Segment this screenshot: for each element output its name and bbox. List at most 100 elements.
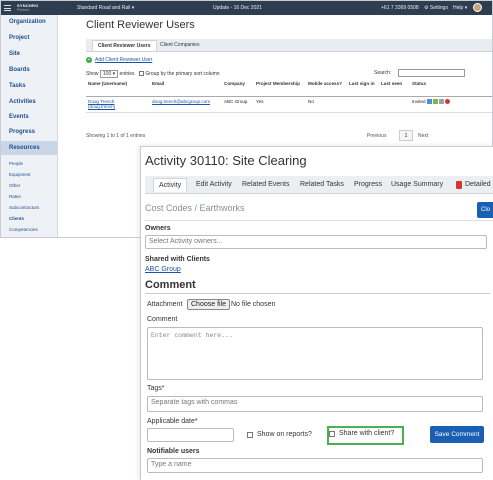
sidebar-item-project[interactable]: Project — [9, 35, 29, 41]
tab-detailed[interactable]: Detailed — [465, 181, 491, 188]
cell-email: doug.trench@abcgroup.com — [150, 96, 222, 113]
sidebar-subitem-equipment[interactable]: Equipment — [9, 172, 31, 177]
choose-file-button[interactable]: Choose file — [187, 299, 231, 310]
hamburger-menu-icon[interactable] — [4, 5, 11, 11]
sidebar-subitem-people[interactable]: People — [9, 161, 23, 166]
tab-activity[interactable]: Activity — [153, 178, 188, 192]
email-icon[interactable] — [438, 98, 444, 104]
tab-related-tasks[interactable]: Related Tasks — [300, 181, 344, 188]
comment-heading: Comment — [145, 279, 196, 291]
sidebar-item-site[interactable]: Site — [9, 51, 20, 57]
status-badge: Invited — [412, 98, 426, 104]
sidebar-subitem-subcontractors[interactable]: Subcontractors — [9, 205, 39, 210]
previous-page-button[interactable]: Previous — [367, 133, 386, 139]
tags-input[interactable]: Separate tags with commas — [147, 396, 483, 412]
delete-icon[interactable] — [444, 98, 450, 104]
user-username-link[interactable]: (doug.trench) — [88, 104, 115, 109]
view-icon[interactable] — [426, 98, 432, 104]
group-by-label: Group by the primary sort column — [145, 71, 220, 77]
notifiable-users-input[interactable]: Type a name — [147, 458, 483, 473]
sidebar-item-progress[interactable]: Progress — [9, 129, 35, 135]
applicable-date-input[interactable] — [147, 428, 234, 442]
synchro-logo[interactable]: SYNCHRO Perform — [17, 3, 38, 14]
notifiable-users-label: Notifiable users — [147, 448, 200, 455]
gear-icon: ⚙ — [424, 5, 429, 11]
user-avatar[interactable] — [473, 3, 482, 12]
tab-usage-summary[interactable]: Usage Summary — [391, 181, 443, 188]
project-name: Standard Road and Rail — [77, 5, 131, 11]
share-with-client-checkbox[interactable] — [329, 431, 335, 437]
plus-circle-icon[interactable]: + — [86, 57, 92, 63]
sidebar-item-tasks[interactable]: Tasks — [9, 83, 26, 89]
reviewer-table: Name (Username) Email Company Project Me… — [86, 79, 492, 113]
add-client-reviewer-link[interactable]: Add Client Reviewer User — [95, 57, 152, 63]
cost-code-heading: Cost Codes / Earthworks — [145, 203, 245, 213]
entries-label: entries — [119, 71, 135, 77]
search-input[interactable] — [398, 69, 465, 77]
shared-client-link[interactable]: ABC Group — [145, 266, 181, 273]
column-header-mobile[interactable]: Mobile access? — [306, 79, 347, 97]
sidebar-item-boards[interactable]: Boards — [9, 67, 30, 73]
group-by-checkbox[interactable] — [138, 71, 144, 77]
column-header-company[interactable]: Company — [222, 79, 254, 97]
settings-link[interactable]: ⚙ Settings — [424, 5, 448, 11]
tab-progress[interactable]: Progress — [354, 181, 382, 188]
help-label: Help — [453, 5, 464, 11]
column-header-last-sign-in[interactable]: Last sign in — [347, 79, 379, 97]
column-header-status[interactable]: Status — [410, 79, 492, 97]
page-size-value: 100 — [102, 71, 112, 77]
edit-icon[interactable] — [432, 98, 438, 104]
project-selector[interactable]: Standard Road and Rail ▾ — [77, 5, 134, 11]
owners-select[interactable]: Select Activity owners... — [145, 235, 487, 249]
tab-related-events[interactable]: Related Events — [242, 181, 289, 188]
owners-label: Owners — [145, 225, 171, 232]
update-notice[interactable]: Update - 16 Dec 2021 — [213, 5, 262, 11]
sidebar-item-resources[interactable]: Resources — [9, 145, 40, 151]
sidebar-item-events[interactable]: Events — [9, 114, 29, 120]
screenshot-stage: SYNCHRO Perform Standard Road and Rail ▾… — [0, 0, 493, 480]
sidebar-subitem-clients[interactable]: Clients — [9, 216, 24, 221]
tags-placeholder: Separate tags with commas — [151, 399, 238, 406]
page-size-control: Show 100 ▾ entries Group by the primary … — [86, 70, 220, 78]
cell-name[interactable]: Doug Trench (doug.trench) — [86, 96, 150, 113]
comment-placeholder: Enter comment here... — [151, 332, 233, 339]
share-with-client-label: Share with client? — [339, 430, 395, 437]
sidebar-subitem-other[interactable]: Other — [9, 183, 20, 188]
chevron-down-icon: ▾ — [131, 5, 135, 11]
column-header-last-seen[interactable]: Last seen — [379, 79, 410, 97]
close-button[interactable]: Clo — [477, 202, 493, 218]
sidebar-subitem-competencies[interactable]: Competencies — [9, 227, 38, 232]
sidebar-subitem-rates[interactable]: Rates — [9, 194, 21, 199]
next-page-button[interactable]: Next — [418, 133, 428, 139]
sidebar-item-organization[interactable]: Organization — [9, 19, 46, 25]
comment-divider — [145, 293, 490, 294]
settings-label: Settings — [429, 5, 448, 11]
cell-last-sign-in — [347, 96, 379, 113]
comment-textarea[interactable]: Enter comment here... — [147, 327, 483, 380]
page-number-button[interactable]: 1 — [399, 130, 413, 141]
column-header-membership[interactable]: Project Membership — [254, 79, 306, 97]
chevron-down-icon: ▾ — [464, 5, 468, 11]
tab-client-reviewer-users[interactable]: Client Reviewer Users — [92, 40, 157, 51]
save-comment-button[interactable]: Save Comment — [430, 426, 484, 443]
page-size-select[interactable]: 100 ▾ — [99, 70, 119, 78]
showing-info: Showing 1 to 1 of 1 entries — [86, 133, 146, 139]
notifiable-placeholder: Type a name — [151, 461, 192, 468]
column-header-name[interactable]: Name (Username) — [86, 79, 150, 97]
tab-edit-activity[interactable]: Edit Activity — [196, 181, 232, 188]
sidebar: Organization Project Site Boards Tasks A… — [1, 15, 58, 237]
show-label: Show — [86, 71, 99, 77]
user-email-link[interactable]: doug.trench@abcgroup.com — [152, 99, 210, 104]
no-file-label: No file chosen — [231, 301, 276, 308]
table-row: Doug Trench (doug.trench) doug.trench@ab… — [86, 96, 492, 113]
sidebar-item-activities[interactable]: Activities — [9, 99, 36, 105]
tab-client-companies[interactable]: Client Companies — [160, 42, 199, 48]
cell-status: Invited — [410, 96, 492, 113]
activity-title: Activity 30110: Site Clearing — [145, 153, 307, 168]
support-phone: +61 7 3369 0508 — [381, 5, 419, 11]
page-title: Client Reviewer Users — [86, 19, 195, 31]
applicable-date-label: Applicable date* — [147, 418, 198, 425]
help-menu[interactable]: Help ▾ — [453, 5, 467, 11]
column-header-email[interactable]: Email — [150, 79, 222, 97]
show-on-reports-checkbox[interactable] — [247, 432, 253, 438]
